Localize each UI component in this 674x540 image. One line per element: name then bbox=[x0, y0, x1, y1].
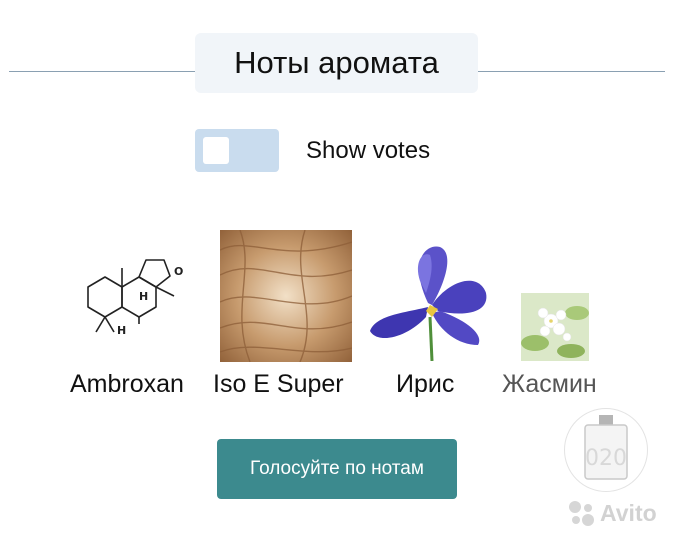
perfume-bottle-icon: 020 bbox=[584, 415, 628, 480]
note-label: Ambroxan bbox=[70, 370, 184, 398]
product-thumbnail[interactable]: 020 bbox=[564, 408, 648, 492]
show-votes-label: Show votes bbox=[306, 137, 431, 164]
toggle-knob bbox=[203, 137, 229, 164]
svg-text:O: O bbox=[174, 265, 183, 278]
svg-text:H: H bbox=[117, 324, 126, 337]
divider-right bbox=[478, 71, 665, 72]
thumbnail-text: 020 bbox=[585, 446, 627, 471]
note-label: Iso E Super bbox=[213, 370, 344, 398]
note-label: Жасмин bbox=[502, 370, 597, 398]
avito-logo-icon bbox=[569, 501, 594, 526]
vote-by-notes-button[interactable]: Голосуйте по нотам bbox=[217, 439, 457, 499]
section-title-text: Ноты аромата bbox=[234, 45, 439, 80]
note-label: Ирис bbox=[396, 370, 455, 398]
molecule-structure-icon: O H H bbox=[87, 259, 183, 337]
svg-text:H: H bbox=[139, 290, 148, 303]
avito-watermark: Avito bbox=[566, 498, 657, 528]
divider-left bbox=[9, 71, 195, 72]
avito-text: Avito bbox=[600, 499, 657, 526]
section-title: Ноты аромата bbox=[195, 33, 478, 93]
iris-flower-icon bbox=[370, 246, 487, 361]
show-votes-toggle[interactable] bbox=[195, 129, 279, 172]
jasmine-flower-icon bbox=[521, 293, 589, 361]
wood-texture-icon bbox=[220, 230, 352, 362]
